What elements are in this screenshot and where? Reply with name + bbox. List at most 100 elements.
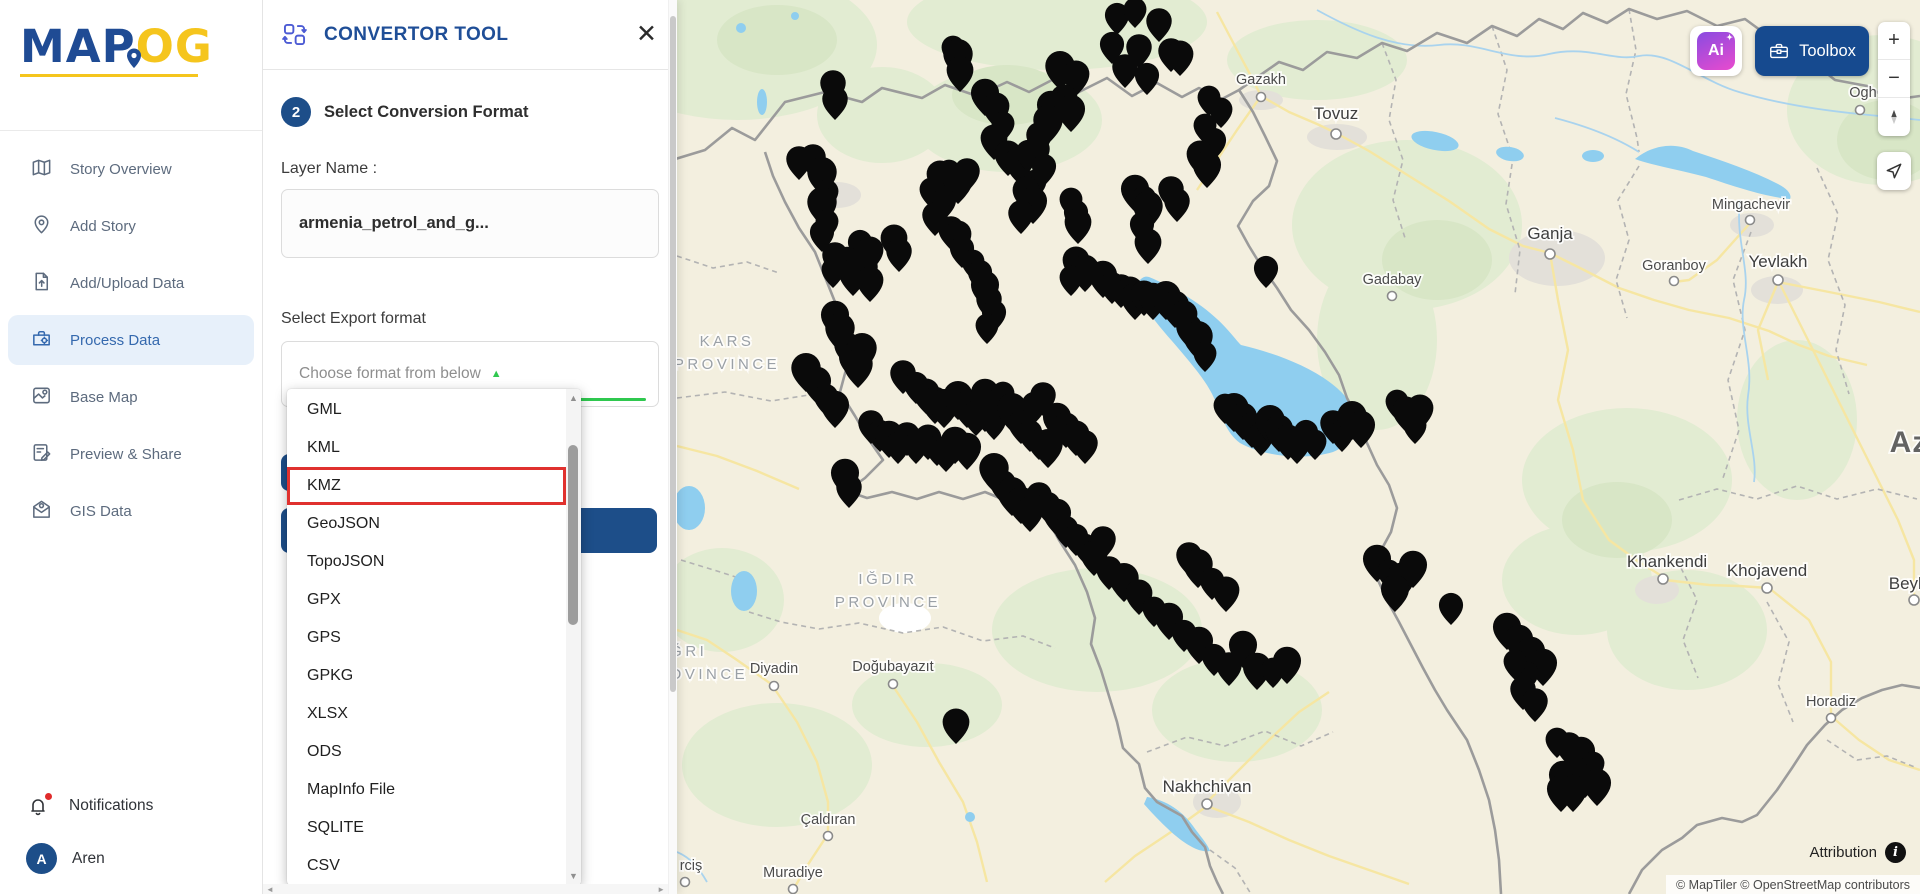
story-overview-icon — [30, 156, 53, 183]
scroll-right-icon[interactable]: ► — [657, 885, 665, 894]
map-city-dot — [1388, 292, 1397, 301]
map-label-do-ubayaz-t: Doğubayazıt — [852, 659, 933, 675]
map-label-yevlakh: Yevlakh — [1749, 252, 1808, 271]
layer-name-input[interactable]: armenia_petrol_and_g... — [281, 189, 659, 258]
map-city-dot — [770, 682, 779, 691]
dropdown-scrollbar[interactable]: ▲ ▼ — [566, 389, 581, 885]
dropdown-option-xlsx[interactable]: XLSX — [287, 695, 566, 733]
sidebar-item-label: Story Overview — [70, 161, 172, 178]
sidebar-item-add-story[interactable]: Add Story — [8, 201, 254, 251]
dropdown-option-csv[interactable]: CSV — [287, 847, 566, 885]
map-label-a-ri: AĞRI — [677, 643, 707, 660]
notification-badge — [45, 793, 52, 800]
map-label-province: PROVINCE — [835, 594, 941, 611]
logo-underline — [20, 74, 198, 77]
map-label-gazakh: Gazakh — [1236, 72, 1286, 88]
sidebar-item-label: Preview & Share — [70, 446, 182, 463]
scroll-down-icon[interactable]: ▼ — [566, 871, 581, 881]
map-label-goranboy: Goranboy — [1642, 258, 1706, 274]
dropdown-option-geojson[interactable]: GeoJSON — [287, 505, 566, 543]
scroll-left-icon[interactable]: ◄ — [266, 885, 274, 894]
sidebar: MAPOG Story Overview Add Story Add/Upload … — [0, 0, 263, 894]
map-city-dot — [1545, 249, 1555, 259]
dropdown-option-kmz[interactable]: KMZ — [287, 467, 566, 505]
toolbox-button[interactable]: Toolbox — [1755, 26, 1869, 76]
compass-icon — [1885, 108, 1903, 126]
dropdown-option-gpx[interactable]: GPX — [287, 581, 566, 619]
map-city-dot — [1257, 93, 1266, 102]
attribution-label: Attribution — [1809, 844, 1877, 861]
map-zoom-controls: + − — [1878, 22, 1910, 136]
toolbox-icon — [1768, 40, 1790, 62]
dropdown-option-mapinfo-file[interactable]: MapInfo File — [287, 771, 566, 809]
step-badge: 2 — [281, 97, 311, 127]
logo[interactable]: MAPOG — [0, 0, 262, 131]
ai-icon: Ai ✦ — [1697, 32, 1735, 70]
panel-title: CONVERTOR TOOL — [324, 24, 636, 46]
map-city-dot — [1856, 106, 1865, 115]
map-label-horadiz: Horadiz — [1806, 694, 1856, 710]
layer-name-label: Layer Name : — [281, 160, 659, 178]
map-city-dot — [1762, 583, 1772, 593]
panel-scrollbar-horizontal[interactable]: ◄ ► — [263, 884, 668, 894]
format-dropdown: GMLKMLKMZGeoJSONTopoJSONGPXGPSGPKGXLSXOD… — [287, 389, 581, 885]
logo-text-map: MAP — [20, 20, 136, 73]
step-row: 2 Select Conversion Format — [263, 70, 677, 127]
map-label-province: PROVINCE — [677, 666, 748, 683]
sidebar-item-add-upload-data[interactable]: Add/Upload Data — [8, 258, 254, 308]
map-container[interactable]: GazakhTovuzGanjaGadabayMingachevirGoranb… — [677, 0, 1920, 894]
dropdown-option-gps[interactable]: GPS — [287, 619, 566, 657]
sidebar-item-label: GIS Data — [70, 503, 132, 520]
dropdown-option-gpkg[interactable]: GPKG — [287, 657, 566, 695]
map-label-khojavend: Khojavend — [1727, 561, 1807, 580]
add-story-icon — [30, 213, 53, 240]
compass-button[interactable] — [1878, 98, 1910, 136]
dropdown-option-ods[interactable]: ODS — [287, 733, 566, 771]
map-city-dot — [1658, 574, 1668, 584]
map-label-province: PROVINCE — [677, 356, 780, 373]
sidebar-item-label: Base Map — [70, 389, 138, 406]
avatar: A — [26, 843, 57, 874]
dropdown-option-kml[interactable]: KML — [287, 429, 566, 467]
sidebar-item-preview-share[interactable]: Preview & Share — [8, 429, 254, 479]
map-label-tovuz: Tovuz — [1314, 104, 1358, 123]
map-label-ald-ran: Çaldıran — [801, 812, 856, 828]
ai-label: Ai — [1708, 42, 1724, 60]
map-city-dot — [1202, 799, 1212, 809]
sidebar-item-gis-data[interactable]: GIS Data — [8, 486, 254, 536]
notifications-button[interactable]: Notifications — [26, 785, 262, 827]
zoom-out-button[interactable]: − — [1878, 60, 1910, 98]
ai-tool-button[interactable]: Ai ✦ — [1690, 26, 1742, 76]
map-label-az: Az — [1890, 426, 1920, 459]
map-city-dot — [1670, 277, 1679, 286]
format-dropdown-list: GMLKMLKMZGeoJSONTopoJSONGPXGPSGPKGXLSXOD… — [287, 389, 566, 885]
map-city-dot — [824, 832, 833, 841]
map-city-dot — [1331, 129, 1341, 139]
process-data-icon — [30, 327, 53, 354]
user-menu[interactable]: A Aren — [26, 843, 262, 874]
panel-scrollbar-vertical[interactable] — [668, 0, 677, 894]
close-button[interactable]: ✕ — [636, 22, 657, 47]
dropdown-scrollbar-thumb[interactable] — [568, 445, 578, 625]
map-city-dot — [889, 680, 898, 689]
zoom-in-button[interactable]: + — [1878, 22, 1910, 60]
sidebar-item-label: Add Story — [70, 218, 136, 235]
info-icon: i — [1885, 842, 1906, 863]
scroll-up-icon[interactable]: ▲ — [566, 393, 581, 403]
map-canvas[interactable]: GazakhTovuzGanjaGadabayMingachevirGoranb… — [677, 0, 1920, 894]
locate-button[interactable] — [1877, 152, 1911, 190]
dropdown-option-gml[interactable]: GML — [287, 391, 566, 429]
layer-name-value: armenia_petrol_and_g... — [299, 214, 489, 233]
panel-scrollbar-thumb[interactable] — [670, 16, 676, 692]
caret-up-icon: ▲ — [491, 368, 502, 380]
map-label-gadabay: Gadabay — [1363, 272, 1423, 288]
sidebar-item-story-overview[interactable]: Story Overview — [8, 144, 254, 194]
map-label-khankendi: Khankendi — [1627, 552, 1707, 571]
sidebar-item-base-map[interactable]: Base Map — [8, 372, 254, 422]
bell-icon — [26, 794, 50, 818]
dropdown-option-sqlite[interactable]: SQLITE — [287, 809, 566, 847]
dropdown-option-topojson[interactable]: TopoJSON — [287, 543, 566, 581]
attribution-toggle[interactable]: Attribution i — [1809, 842, 1906, 863]
sidebar-item-process-data[interactable]: Process Data — [8, 315, 254, 365]
map-city-dot — [789, 885, 798, 894]
